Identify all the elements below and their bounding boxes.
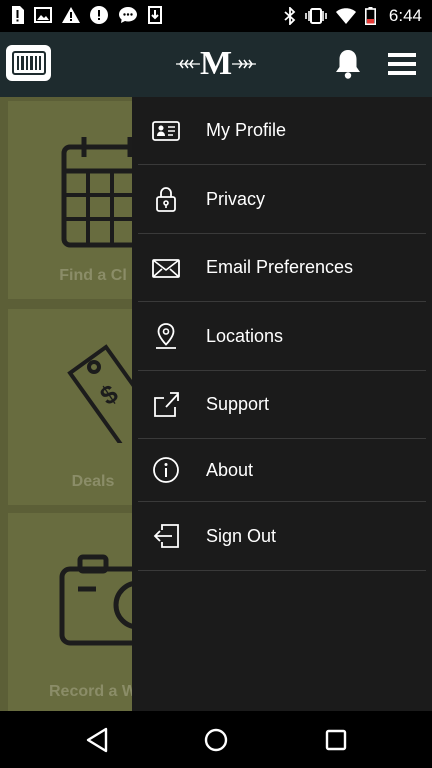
drawer-item-my-profile[interactable]: My Profile: [138, 97, 426, 165]
location-pin-icon: [156, 323, 176, 349]
app-logo: M: [176, 46, 256, 82]
drawer-item-support[interactable]: Support: [138, 371, 426, 439]
barcode-button[interactable]: [6, 45, 51, 81]
home-icon[interactable]: [201, 725, 231, 755]
camera-icon: [59, 554, 140, 646]
notification-icons: [10, 6, 162, 24]
chat-icon: [119, 7, 137, 23]
drawer-item-label: Email Preferences: [206, 257, 354, 277]
battery-low-icon: [364, 7, 376, 25]
drawer-item-label: About: [206, 459, 254, 480]
system-icons: 6:44: [284, 6, 422, 26]
sign-out-icon: [153, 524, 179, 548]
drawer-item-sign-out[interactable]: Sign Out: [138, 502, 426, 571]
warning-icon: [62, 7, 80, 23]
drawer-item-privacy[interactable]: Privacy: [138, 165, 426, 234]
back-icon[interactable]: [82, 725, 112, 755]
laurel-right-icon: [232, 59, 256, 69]
bell-icon[interactable]: [334, 48, 362, 80]
id-card-icon: [152, 120, 180, 141]
drawer-item-label: Support: [206, 394, 270, 414]
image-icon: [34, 7, 52, 23]
alert-circle-icon: [90, 6, 108, 24]
download-icon: [148, 6, 162, 24]
clock: 6:44: [388, 6, 422, 25]
status-bar: 6:44: [0, 0, 432, 32]
info-icon: [153, 457, 179, 483]
drawer-item-locations[interactable]: Locations: [138, 302, 426, 371]
drawer-item-email-preferences[interactable]: Email Preferences: [138, 234, 426, 302]
lock-icon: [156, 187, 176, 212]
bluetooth-icon: [284, 7, 296, 25]
navigation-drawer: My Profile Privacy Email Preferences Loc…: [132, 97, 432, 711]
app-bar: M: [0, 32, 432, 97]
external-link-icon: [154, 391, 179, 417]
envelope-icon: [152, 258, 180, 278]
wifi-icon: [335, 8, 356, 24]
barcode-icon: [11, 51, 46, 75]
drawer-item-label: My Profile: [206, 120, 287, 140]
price-tag-icon: $: [67, 344, 136, 443]
laurel-left-icon: [176, 59, 200, 69]
drawer-item-label: Privacy: [206, 188, 266, 209]
sim-alert-icon: [12, 6, 24, 24]
hamburger-menu-icon[interactable]: [386, 50, 418, 78]
calendar-icon: [61, 137, 140, 248]
vibrate-icon: [305, 8, 327, 24]
drawer-item-label: Sign Out: [206, 525, 277, 546]
drawer-item-label: Locations: [206, 325, 284, 346]
drawer-item-about[interactable]: About: [138, 439, 426, 502]
logo-letter: M: [199, 45, 233, 82]
recents-icon[interactable]: [321, 725, 351, 755]
svg-text:$: $: [94, 378, 123, 411]
system-nav-bar: [0, 711, 432, 768]
